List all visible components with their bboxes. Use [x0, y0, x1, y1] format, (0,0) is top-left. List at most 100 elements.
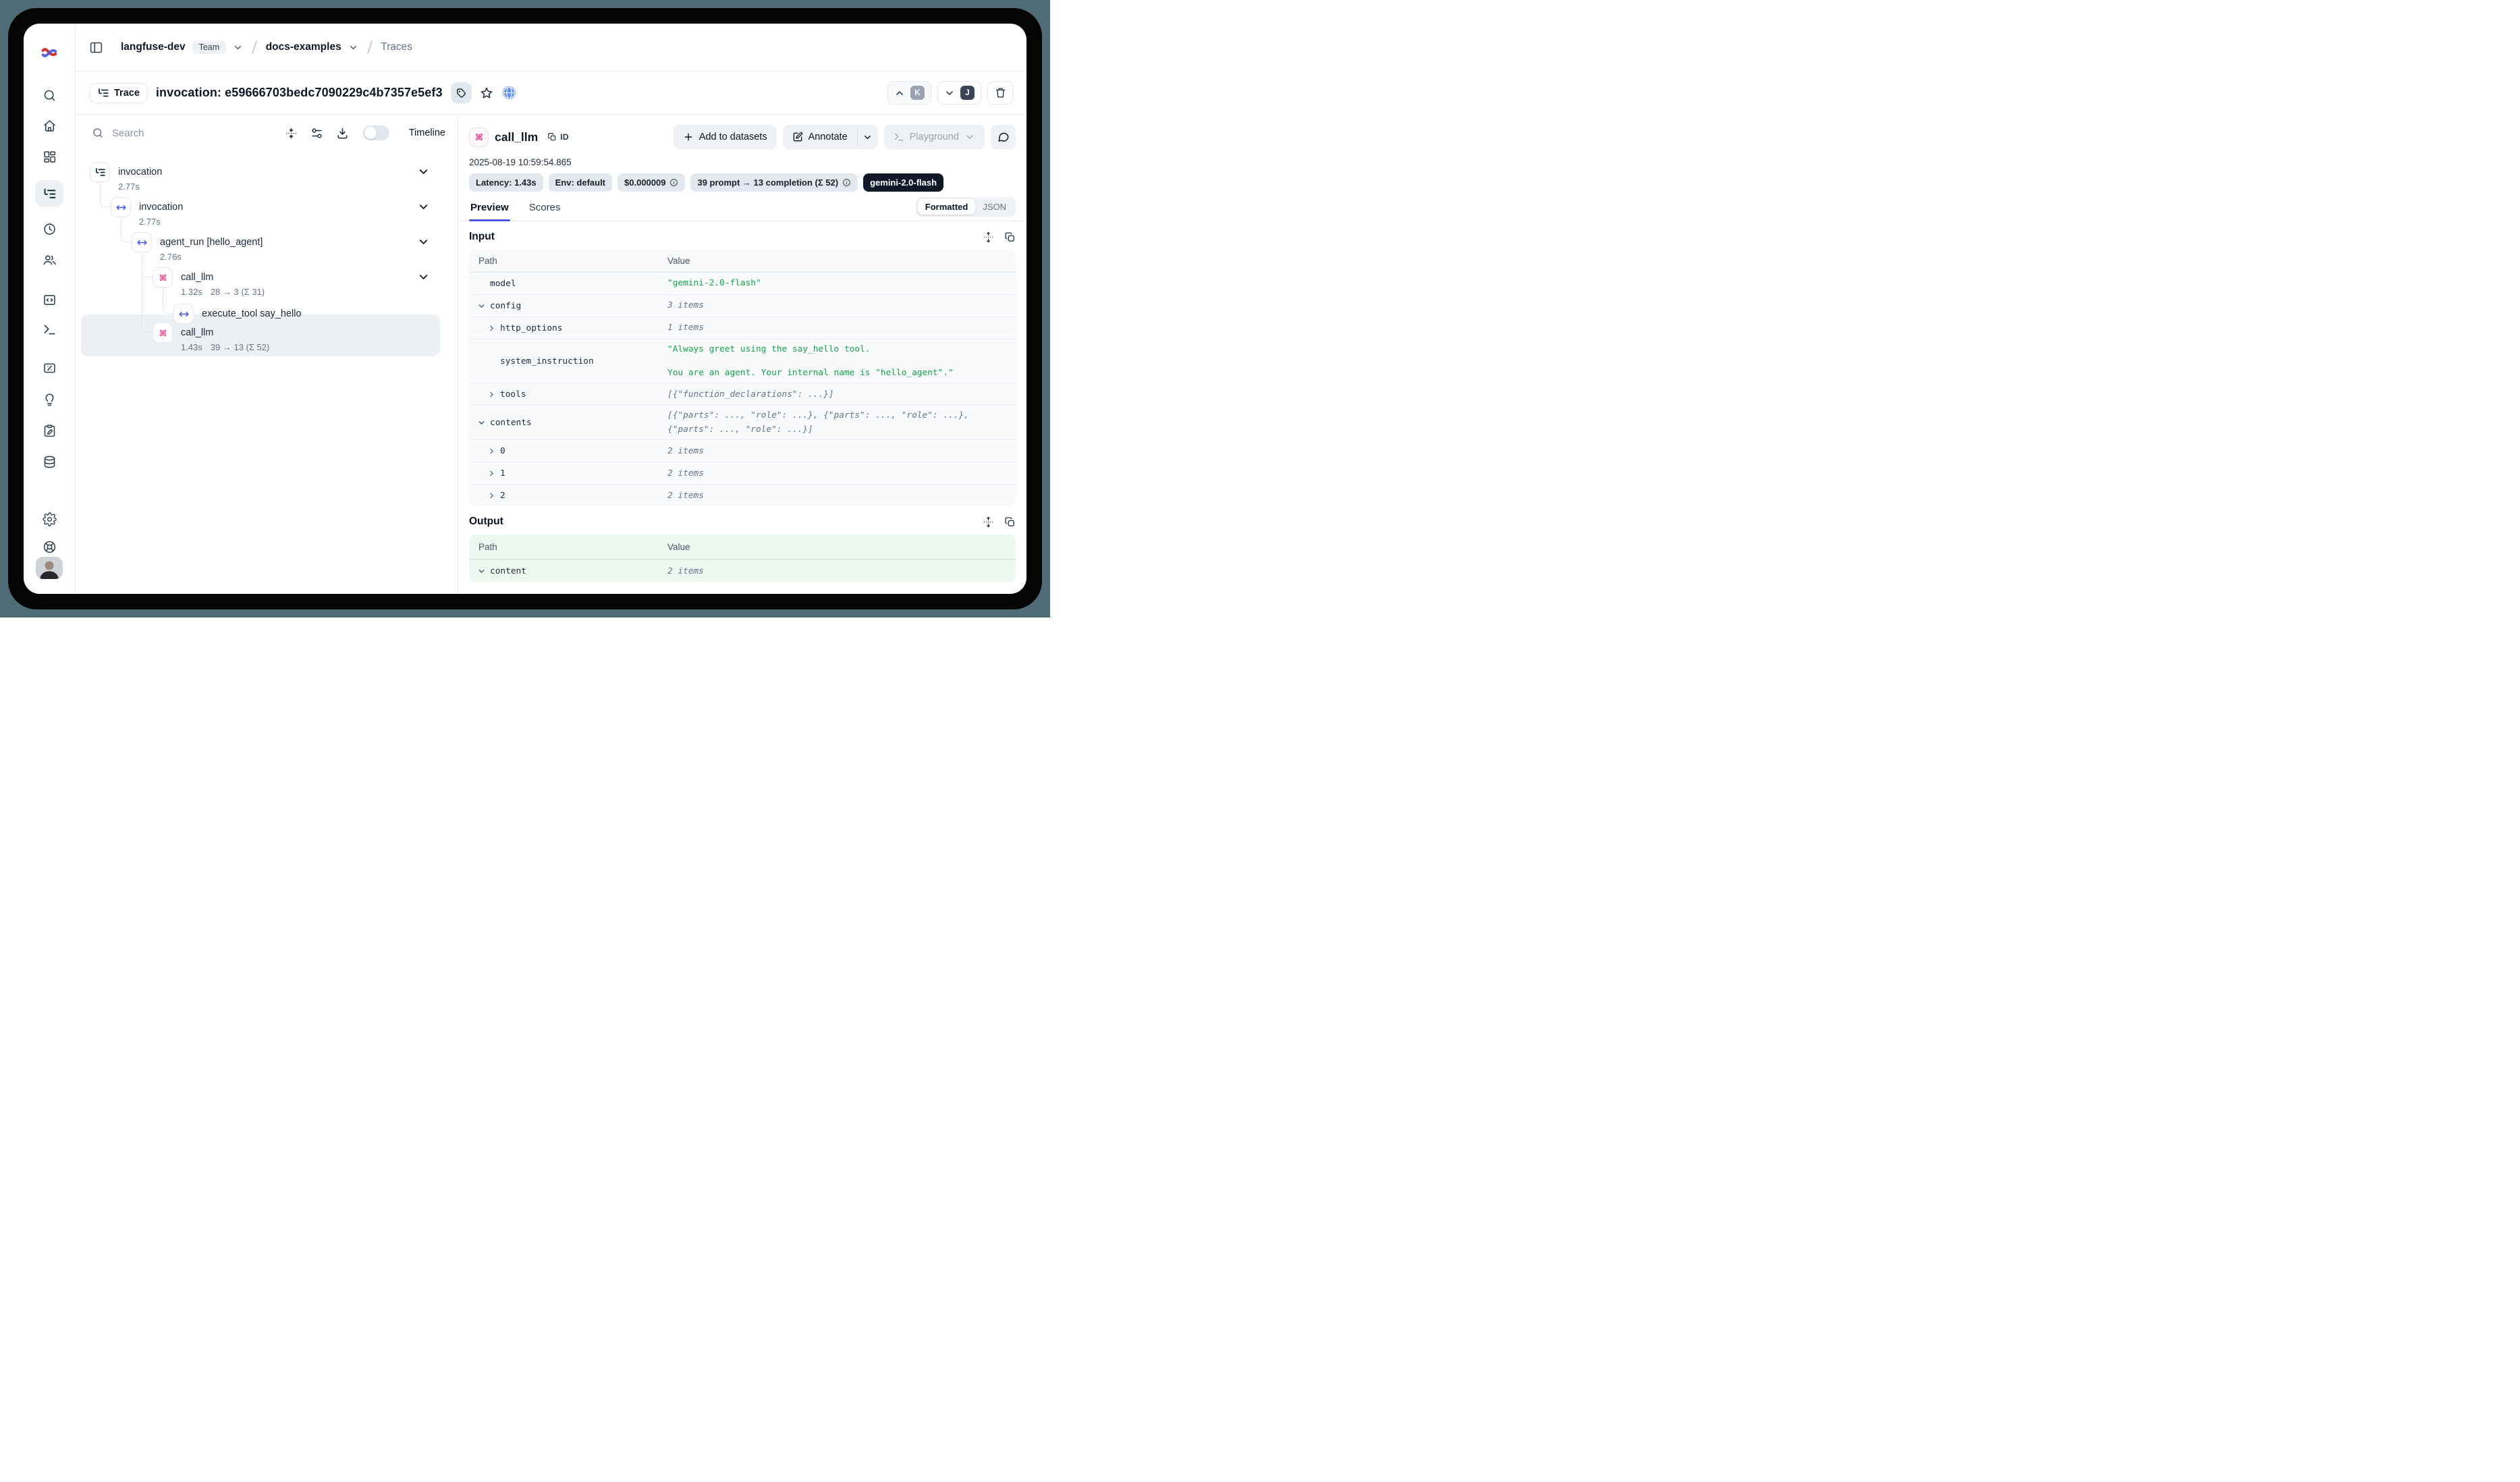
playground-label: Playground [910, 132, 959, 142]
terminal-icon [894, 132, 904, 142]
expand-row-chevron-icon[interactable] [487, 447, 496, 456]
tree-node-call_llm-5[interactable]: call_llm1.43s39 → 13 (Σ 52) [76, 323, 458, 352]
collapse-row-chevron-icon[interactable] [477, 418, 486, 427]
trace-type-label: Trace [114, 88, 140, 99]
tree-node-metrics: 2.77s [139, 217, 161, 227]
badge-label: $0.000009 [624, 177, 665, 188]
tree-node-label: agent_run [hello_agent] [160, 237, 263, 248]
tree-node-invocation-0[interactable]: invocation2.77s [76, 162, 458, 192]
comments-button[interactable] [991, 125, 1016, 149]
collapse-node-chevron-icon[interactable] [417, 165, 431, 179]
tree-node-invocation-1[interactable]: invocation2.77s [76, 197, 458, 227]
copy-icon[interactable] [1004, 516, 1016, 528]
column-header-path: Path [469, 256, 667, 266]
sidebar-dashboard-icon[interactable] [39, 146, 59, 167]
expand-row-chevron-icon[interactable] [487, 324, 496, 333]
tree-node-execute_tool-4[interactable]: execute_tool say_hello [76, 304, 458, 324]
sidebar-prompts-icon[interactable] [39, 290, 59, 310]
observation-tree-panel: Timeline invocation2.77sinvocation2.77sa… [76, 115, 458, 594]
bookmark-star-button[interactable] [480, 86, 493, 100]
tab-scores[interactable]: Scores [528, 199, 562, 221]
annotate-button[interactable]: Annotate [783, 125, 857, 149]
user-avatar[interactable] [36, 557, 63, 579]
view-mode-json[interactable]: JSON [975, 199, 1014, 215]
column-header-path: Path [469, 542, 667, 552]
collapse-node-chevron-icon[interactable] [417, 271, 431, 284]
copy-icon[interactable] [1004, 231, 1016, 243]
expand-row-chevron-icon[interactable] [487, 469, 496, 478]
sidebar-support-icon[interactable] [39, 537, 59, 557]
desktop-background: langfuse-dev Team docs-examples Traces T… [0, 0, 1050, 618]
detail-scroll-area[interactable]: Input PathValuemodel"gemini-2.0-flash"co… [458, 221, 1026, 594]
annotate-label: Annotate [809, 132, 848, 142]
path-cell: 2 [469, 491, 667, 501]
sidebar-search-icon[interactable] [39, 85, 59, 105]
delete-trace-button[interactable] [987, 81, 1013, 105]
next-trace-button[interactable]: J [937, 81, 981, 105]
output-section-icons [983, 516, 1016, 528]
collapse-row-chevron-icon[interactable] [477, 302, 486, 310]
tree-node-call_llm-3[interactable]: call_llm1.32s28 → 3 (Σ 31) [76, 267, 458, 297]
column-header-value: Value [667, 542, 690, 552]
sidebar-home-icon[interactable] [39, 115, 59, 136]
annotate-dropdown-button[interactable] [858, 125, 878, 149]
path-key: 0 [500, 446, 505, 456]
value-cell: 2 items [667, 466, 1016, 481]
model-badge[interactable]: gemini-2.0-flash [863, 173, 943, 192]
chevron-down-icon[interactable] [348, 43, 358, 53]
copy-id-button[interactable]: ID [544, 130, 572, 144]
sidebar-evals-icon[interactable] [39, 389, 59, 410]
expand-vertical-icon[interactable] [983, 231, 994, 243]
value-cell: "Always greet using the say_hello tool.Y… [667, 342, 1016, 380]
collapse-node-chevron-icon[interactable] [417, 200, 431, 214]
observation-detail-panel: call_llm ID Add to datasets [458, 115, 1026, 594]
star-icon [480, 86, 493, 100]
expand-row-chevron-icon[interactable] [487, 390, 496, 399]
tree-node-agent_run-2[interactable]: agent_run [hello_agent]2.76s [76, 232, 458, 262]
tree-node-label: call_llm [181, 272, 213, 283]
collapse-row-chevron-icon[interactable] [477, 567, 486, 576]
app-window: langfuse-dev Team docs-examples Traces T… [24, 24, 1026, 594]
span-type-icon [173, 304, 194, 324]
tab-preview[interactable]: Preview [469, 199, 510, 221]
expand-row-chevron-icon[interactable] [487, 491, 496, 500]
public-share-button[interactable] [501, 85, 517, 101]
badge-label: 39 prompt → 13 completion (Σ 52) [697, 177, 838, 188]
view-mode-toggle: Formatted JSON [916, 197, 1016, 217]
sidebar-datasets-icon[interactable] [39, 451, 59, 472]
path-cell: content [469, 566, 667, 576]
input-section-header: Input [469, 231, 1016, 243]
sidebar-annotation-queues-icon[interactable] [39, 420, 59, 441]
chevron-down-icon[interactable] [233, 43, 243, 53]
path-key: system_instruction [500, 356, 594, 366]
sidebar-sessions-icon[interactable] [39, 219, 59, 239]
table-row: system_instruction "Always greet using th… [469, 339, 1016, 383]
breadcrumb-section[interactable]: docs-examples [266, 41, 341, 53]
info-icon [842, 178, 851, 187]
value-cell: 3 items [667, 298, 1016, 312]
sidebar-toggle-icon[interactable] [89, 40, 103, 55]
observation-tree: invocation2.77s invocation2.77s agent_run … [76, 115, 458, 594]
table-row: http_options1 items [469, 317, 1016, 339]
expand-vertical-icon[interactable] [983, 516, 994, 528]
sidebar-playground-icon[interactable] [39, 319, 59, 339]
metadata-badge: 39 prompt → 13 completion (Σ 52) [690, 173, 858, 192]
sidebar-tracing-icon[interactable] [35, 180, 63, 207]
langfuse-logo-icon[interactable] [39, 43, 59, 63]
prev-trace-button[interactable]: K [887, 81, 931, 105]
view-mode-formatted[interactable]: Formatted [918, 199, 976, 215]
breadcrumb-project[interactable]: langfuse-dev [121, 41, 186, 53]
sidebar-scores-icon[interactable] [39, 358, 59, 378]
playground-button[interactable]: Playground [884, 125, 985, 149]
tags-button[interactable] [451, 82, 472, 103]
add-to-datasets-button[interactable]: Add to datasets [674, 125, 777, 149]
path-key: model [490, 279, 516, 289]
node-token-usage: 28 → 3 (Σ 31) [211, 287, 265, 297]
sidebar-settings-icon[interactable] [39, 509, 59, 529]
node-duration: 2.77s [139, 217, 161, 227]
breadcrumb-page[interactable]: Traces [381, 41, 412, 53]
collapse-node-chevron-icon[interactable] [417, 236, 431, 249]
metadata-badge: Env: default [549, 173, 612, 192]
sidebar-users-icon[interactable] [39, 250, 59, 270]
observation-metadata-badges: Latency: 1.43sEnv: default$0.00000939 pr… [458, 167, 1026, 192]
